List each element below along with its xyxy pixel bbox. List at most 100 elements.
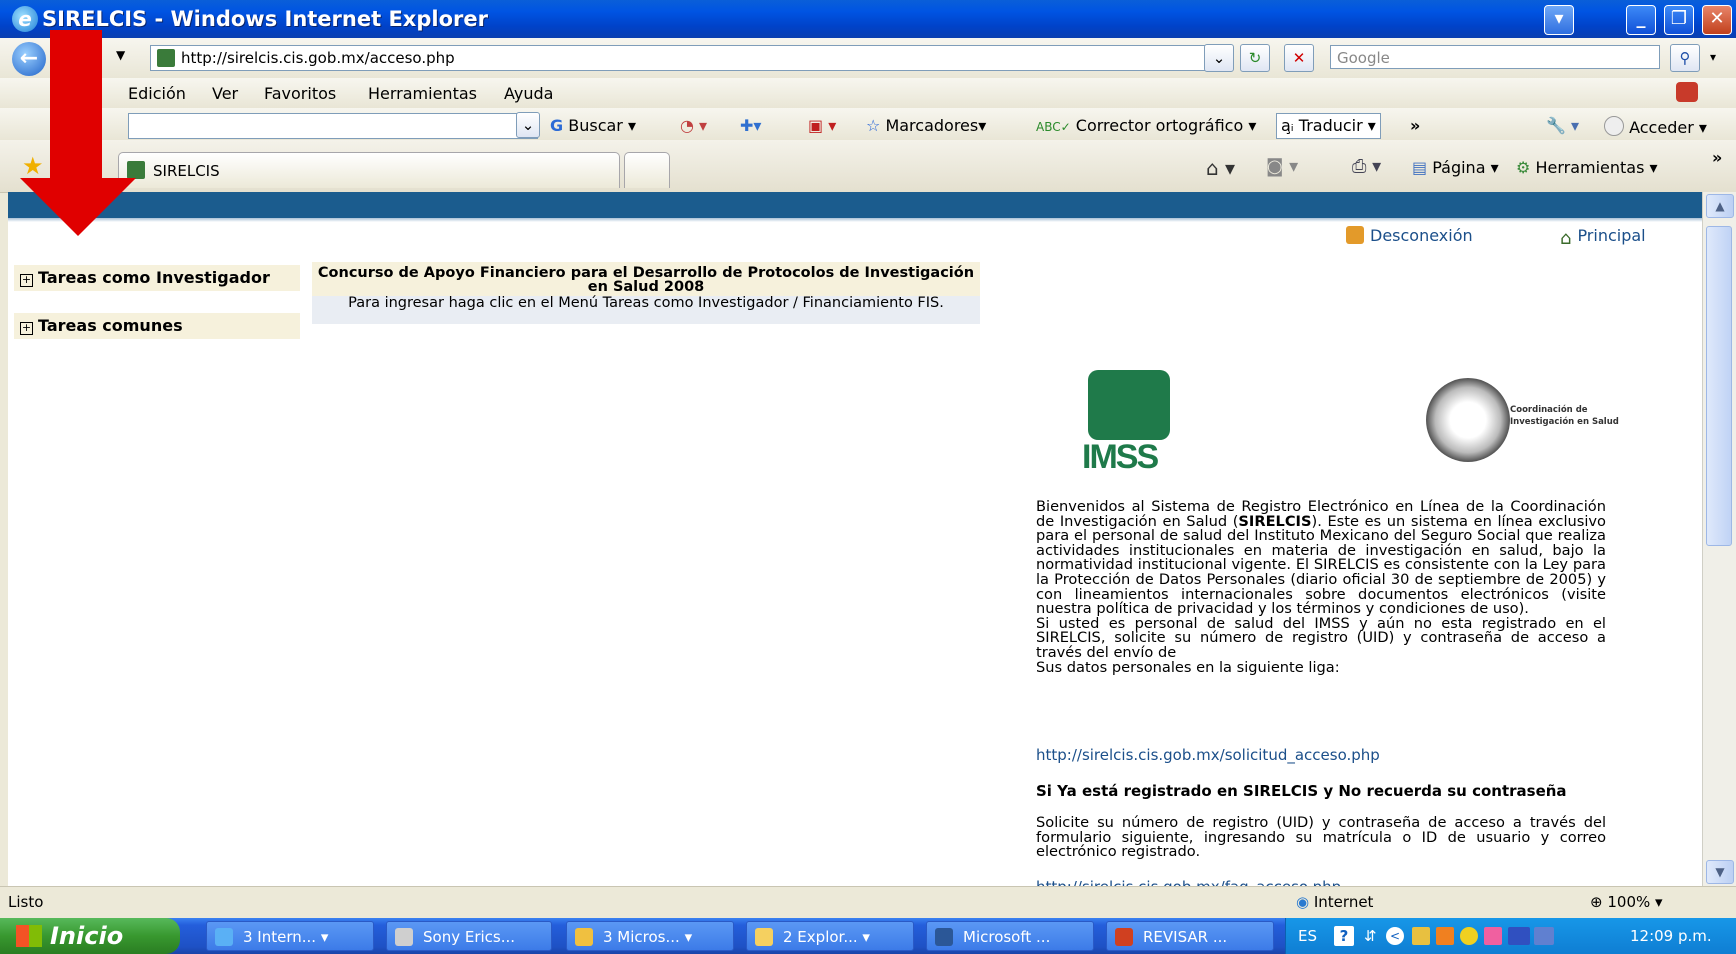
pagina-button[interactable]: ▤ Página ▾: [1412, 158, 1499, 177]
taskbar-word[interactable]: Microsoft ...: [926, 921, 1094, 951]
pagerank-icon[interactable]: ◔ ▾: [680, 116, 707, 135]
scroll-thumb[interactable]: [1706, 226, 1732, 546]
menu-bar: [0, 78, 1736, 109]
menu-herramientas[interactable]: Herramientas: [368, 84, 477, 103]
scroll-up-icon[interactable]: ▲: [1706, 194, 1734, 218]
zoom-label: 100%: [1607, 893, 1651, 911]
solicitud-acceso-link[interactable]: http://sirelcis.cis.gob.mx/solicitud_acc…: [1036, 746, 1380, 764]
buscar-button[interactable]: G Buscar ▾: [550, 116, 636, 135]
principal-link[interactable]: ⌂ Principal: [1560, 226, 1646, 249]
ie-icon: [215, 928, 233, 946]
display-tray-icon[interactable]: [1534, 927, 1554, 945]
cis-logo-text: Coordinación de Investigación en Salud: [1510, 405, 1619, 427]
search-options-icon[interactable]: ▾: [1710, 50, 1716, 64]
tray-app-icon-1[interactable]: [1412, 927, 1430, 945]
zoom-control[interactable]: ⊕ 100% ▾: [1590, 893, 1663, 911]
red-arrow-shaft: [50, 30, 102, 180]
announcement-box: Concurso de Apoyo Financiero para el Des…: [312, 262, 980, 324]
scroll-down-icon[interactable]: ▼: [1706, 860, 1734, 884]
sidebar-item-tareas-comunes[interactable]: + Tareas comunes: [14, 313, 300, 339]
help-tray-icon[interactable]: ?: [1334, 926, 1354, 946]
taskbar-outlook[interactable]: 3 Micros... ▾: [566, 921, 734, 951]
stop-button[interactable]: ✕: [1284, 44, 1314, 72]
taskbar-ie[interactable]: 3 Intern... ▾: [206, 921, 374, 951]
page-icon: ▤: [1412, 158, 1428, 177]
tab-sirelcis[interactable]: SIRELCIS: [118, 152, 620, 188]
expand-tray-icon[interactable]: <: [1386, 927, 1404, 945]
title-bar[interactable]: e SIRELCIS - Windows Internet Explorer ▾…: [0, 0, 1736, 38]
translate-button[interactable]: a̧ᵢ Traducir ▾: [1276, 113, 1381, 139]
imss-logo-text: IMSS: [1082, 438, 1159, 476]
menu-favoritos[interactable]: Favoritos: [264, 84, 336, 103]
google-search-input[interactable]: [128, 113, 538, 139]
translate-icon: a̧ᵢ: [1281, 116, 1294, 135]
close-button[interactable]: ✕: [1702, 5, 1732, 35]
word-icon: [935, 928, 953, 946]
spellcheck-label: Corrector ortográfico: [1075, 116, 1244, 135]
herramientas-button[interactable]: ⚙ Herramientas ▾: [1516, 158, 1658, 177]
password-instructions: Solicite su número de registro (UID) y c…: [1036, 814, 1606, 861]
menu-edicion[interactable]: Edición: [128, 84, 186, 103]
expand-icon: +: [20, 273, 33, 287]
google-dropdown-button[interactable]: ⌄: [516, 112, 540, 138]
back-button[interactable]: ←: [12, 42, 46, 76]
translate-addon-icon[interactable]: [1676, 82, 1698, 102]
taskbar-label: Microsoft ...: [963, 928, 1051, 946]
taskbar-label: Sony Erics...: [423, 928, 516, 946]
add-button-icon[interactable]: ✚▾: [740, 116, 761, 135]
spellcheck-button[interactable]: ABC✓ Corrector ortográfico ▾: [1036, 116, 1256, 135]
input-tray-icon[interactable]: ⇵: [1364, 918, 1377, 954]
tab-favicon-icon: [127, 161, 145, 179]
principal-label: Principal: [1577, 226, 1646, 245]
address-bar[interactable]: http://sirelcis.cis.gob.mx/acceso.php: [150, 45, 1212, 71]
tray-app-icon-2[interactable]: [1436, 927, 1454, 945]
taskbar-explorer[interactable]: 2 Explor... ▾: [746, 921, 914, 951]
home-icon[interactable]: ⌂ ▾: [1206, 156, 1235, 180]
sidebar-label: Tareas comunes: [38, 316, 183, 335]
desconexion-label: Desconexión: [1370, 226, 1473, 245]
security-tray-icon[interactable]: [1460, 927, 1478, 945]
popup-blocker-icon[interactable]: ▣ ▾: [808, 116, 836, 135]
status-text: Listo: [8, 893, 44, 911]
password-heading: Si Ya está registrado en SIRELCIS y No r…: [1036, 782, 1567, 800]
spellcheck-icon: ABC✓: [1036, 120, 1071, 134]
go-refresh-button[interactable]: ↻: [1240, 44, 1270, 72]
address-dropdown-button[interactable]: ⌄: [1204, 44, 1234, 72]
tab-list-icon[interactable]: ▾: [1544, 5, 1574, 35]
sidebar-item-tareas-investigador[interactable]: + Tareas como Investigador: [14, 265, 300, 291]
vertical-scrollbar[interactable]: ▲ ▼: [1702, 192, 1736, 886]
network-tray-icon[interactable]: [1508, 927, 1530, 945]
acceder-button[interactable]: Acceder ▾: [1604, 116, 1707, 137]
favorites-star-icon[interactable]: ★: [22, 152, 44, 180]
phone-icon: [395, 928, 413, 946]
cis-logo: Coordinación de Investigación en Salud: [1426, 378, 1619, 468]
menu-ver[interactable]: Ver: [212, 84, 238, 103]
tab-label: SIRELCIS: [153, 162, 220, 180]
marcadores-button[interactable]: ☆ Marcadores▾: [866, 116, 986, 135]
home-link-icon: ⌂: [1560, 228, 1572, 249]
print-icon[interactable]: ⎙ ▾: [1352, 156, 1381, 177]
start-label: Inicio: [50, 922, 124, 950]
more-chevron-icon[interactable]: »: [1410, 116, 1420, 135]
new-tab-button[interactable]: [624, 152, 670, 188]
command-more-chevron-icon[interactable]: »: [1712, 148, 1722, 167]
search-input[interactable]: Google: [1330, 45, 1660, 69]
history-dropdown-icon[interactable]: ▼: [116, 48, 125, 62]
menu-ayuda[interactable]: Ayuda: [504, 84, 553, 103]
wrench-icon[interactable]: 🔧 ▾: [1546, 116, 1579, 135]
taskbar-label: 3 Intern...: [243, 928, 317, 946]
taskbar-revisar[interactable]: REVISAR ...: [1106, 921, 1274, 951]
search-icon[interactable]: ⚲: [1670, 44, 1700, 72]
start-button[interactable]: Inicio: [0, 918, 180, 954]
faq-acceso-link[interactable]: http://sirelcis.cis.gob.mx/faq_acceso.ph…: [1036, 878, 1341, 886]
tray-app-icon-3[interactable]: [1484, 927, 1502, 945]
desconexion-link[interactable]: Desconexión: [1346, 226, 1473, 245]
taskbar-sony[interactable]: Sony Erics...: [386, 921, 552, 951]
language-indicator[interactable]: ES: [1298, 918, 1317, 954]
zoom-icon: ⊕: [1590, 893, 1603, 911]
feeds-icon[interactable]: ◙ ▾: [1266, 156, 1298, 177]
folder-icon: [755, 928, 773, 946]
minimize-button[interactable]: _: [1626, 5, 1656, 35]
restore-button[interactable]: ❐: [1664, 5, 1694, 35]
window-title: SIRELCIS - Windows Internet Explorer: [42, 7, 488, 31]
